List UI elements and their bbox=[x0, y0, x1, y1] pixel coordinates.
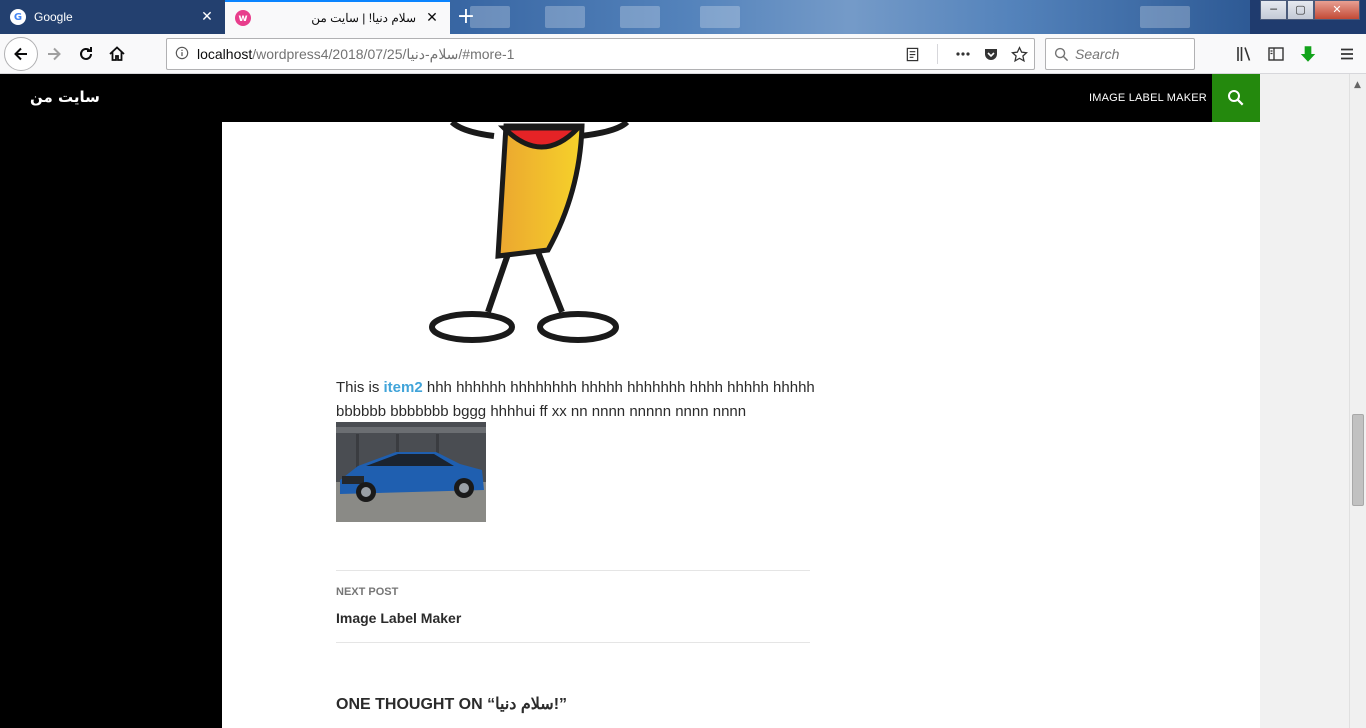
page-viewport: سایت من IMAGE LABEL MAKER This is item2 … bbox=[0, 74, 1349, 728]
minimize-button[interactable]: ─ bbox=[1260, 0, 1287, 20]
library-icon[interactable] bbox=[1232, 42, 1256, 66]
page-actions-icon[interactable] bbox=[952, 43, 974, 65]
divider bbox=[937, 44, 938, 64]
close-tab-icon[interactable]: ✕ bbox=[424, 10, 440, 26]
pocket-icon[interactable] bbox=[980, 43, 1002, 65]
site-search-button[interactable] bbox=[1212, 74, 1260, 122]
site-title[interactable]: سایت من bbox=[30, 88, 100, 106]
back-button[interactable] bbox=[4, 37, 38, 71]
download-icon[interactable] bbox=[1296, 42, 1320, 66]
car-image[interactable] bbox=[336, 422, 486, 522]
comments-heading: ONE THOUGHT ON “سلام دنیا!” bbox=[336, 696, 568, 713]
forward-arrow-icon bbox=[48, 47, 61, 61]
post-content: This is item2 hhh hhhhhh hhhhhhhh hhhhh … bbox=[222, 122, 1260, 728]
close-window-button[interactable]: ✕ bbox=[1314, 0, 1360, 20]
url-bar[interactable]: localhost/wordpress4/2018/07/25/سلام-دنی… bbox=[166, 38, 1035, 70]
reload-button[interactable] bbox=[72, 40, 100, 68]
search-icon bbox=[1054, 47, 1069, 61]
url-host: localhost bbox=[197, 46, 253, 62]
divider bbox=[336, 642, 810, 643]
desktop-icon bbox=[1140, 6, 1190, 28]
next-post-link[interactable]: Image Label Maker bbox=[336, 610, 461, 626]
browser-titlebar: G Google ✕ w سلام دنیا! | سایت من ✕ + ─ … bbox=[0, 0, 1366, 34]
page-scrollbar[interactable]: ▲ bbox=[1349, 74, 1366, 728]
item2-link[interactable]: item2 bbox=[384, 379, 423, 396]
nav-menu-item-image-label-maker[interactable]: IMAGE LABEL MAKER bbox=[1089, 92, 1207, 104]
home-icon bbox=[109, 46, 125, 61]
divider bbox=[336, 570, 810, 571]
desktop-icon bbox=[700, 6, 740, 28]
tab-current[interactable]: w سلام دنیا! | سایت من ✕ bbox=[225, 0, 450, 34]
post-text-before: This is bbox=[336, 379, 384, 396]
scroll-up-icon[interactable]: ▲ bbox=[1354, 80, 1361, 90]
back-arrow-icon bbox=[14, 47, 27, 61]
new-tab-button[interactable]: + bbox=[452, 2, 480, 32]
navigation-toolbar: localhost/wordpress4/2018/07/25/سلام-دنی… bbox=[0, 34, 1366, 74]
close-tab-icon[interactable]: ✕ bbox=[199, 9, 215, 25]
sidebar-background bbox=[0, 74, 222, 728]
cartoon-figure-image bbox=[429, 122, 630, 343]
post-paragraph: This is item2 hhh hhhhhh hhhhhhhh hhhhh … bbox=[336, 376, 816, 424]
tab-title: سلام دنیا! | سایت من bbox=[311, 11, 416, 25]
tab-title: Google bbox=[34, 10, 73, 24]
home-button[interactable] bbox=[103, 40, 131, 68]
forward-button[interactable] bbox=[40, 40, 68, 68]
google-icon: G bbox=[10, 9, 26, 25]
sidebar-toggle-icon[interactable] bbox=[1264, 42, 1288, 66]
desktop-icon bbox=[620, 6, 660, 28]
maximize-button[interactable]: ▢ bbox=[1287, 0, 1314, 20]
wordpress-local-icon: w bbox=[235, 10, 251, 26]
post-nav-label: NEXT POST bbox=[336, 586, 399, 598]
reload-icon bbox=[80, 47, 92, 60]
site-info-icon[interactable] bbox=[167, 46, 197, 63]
reader-view-icon[interactable] bbox=[901, 43, 923, 65]
search-bar[interactable] bbox=[1045, 38, 1195, 70]
search-icon bbox=[1228, 90, 1244, 106]
bookmark-star-icon[interactable] bbox=[1008, 43, 1030, 65]
desktop-icon bbox=[545, 6, 585, 28]
site-header: سایت من IMAGE LABEL MAKER bbox=[0, 74, 1260, 122]
tab-google[interactable]: G Google ✕ bbox=[0, 0, 225, 34]
scrollbar-thumb[interactable] bbox=[1352, 414, 1364, 506]
search-input[interactable] bbox=[1075, 46, 1175, 62]
menu-icon[interactable] bbox=[1335, 42, 1359, 66]
url-path: /wordpress4/2018/07/25/سلام-دنیا/#more-1 bbox=[252, 45, 515, 62]
